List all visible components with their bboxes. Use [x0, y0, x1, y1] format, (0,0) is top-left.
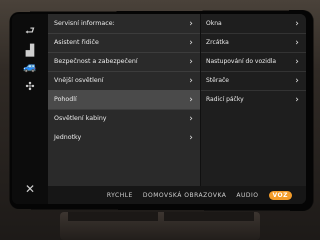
- air-vent: [164, 212, 254, 221]
- menu-item-servisni-informace[interactable]: Servisní informace: ›: [48, 14, 200, 34]
- submenu-item-sterace[interactable]: Stěrače ›: [201, 71, 306, 91]
- tab-domovska-obrazovka[interactable]: DOMOVSKÁ OBRAZOVKA: [143, 192, 227, 199]
- chevron-right-icon: ›: [189, 132, 193, 143]
- menu-item-label: Pohodlí: [54, 96, 77, 103]
- chevron-right-icon: ›: [295, 75, 299, 86]
- menu-item-vnejsi-osvetleni[interactable]: Vnější osvětlení ›: [48, 71, 200, 91]
- submenu-item-radici-packy[interactable]: Řadicí páčky ›: [201, 90, 306, 109]
- chevron-right-icon: ›: [189, 113, 193, 124]
- back-icon[interactable]: ⮐: [12, 22, 48, 41]
- chevron-right-icon: ›: [189, 37, 193, 48]
- seat-icon[interactable]: ▟: [12, 44, 48, 57]
- chevron-right-icon: ›: [295, 18, 299, 29]
- menu-item-label: Vnější osvětlení: [54, 77, 104, 84]
- submenu-item-label: Řadicí páčky: [206, 96, 244, 103]
- car-interior: ⮐ ▟ 🚙 ✣ ✕ Servisní informace: › Asistent…: [0, 0, 320, 240]
- chevron-right-icon: ›: [295, 56, 299, 67]
- tab-audio[interactable]: AUDIO: [236, 192, 258, 199]
- bottom-tab-bar: RYCHLE DOMOVSKÁ OBRAZOVKA AUDIO VOZ: [48, 186, 306, 204]
- submenu-item-label: Zrcátka: [206, 39, 229, 46]
- main-menu: Servisní informace: › Asistent řidiče › …: [48, 14, 200, 186]
- submenu-item-okna[interactable]: Okna ›: [201, 14, 306, 34]
- left-icon-bar: ⮐ ▟ 🚙 ✣ ✕: [12, 14, 48, 204]
- chevron-right-icon: ›: [295, 94, 299, 105]
- chevron-right-icon: ›: [189, 56, 193, 67]
- menu-item-label: Asistent řidiče: [54, 39, 99, 46]
- menu-item-label: Jednotky: [54, 134, 82, 141]
- chevron-right-icon: ›: [189, 94, 193, 105]
- chevron-right-icon: ›: [189, 75, 193, 86]
- menu-item-label: Servisní informace:: [54, 20, 115, 27]
- tab-rychle[interactable]: RYCHLE: [107, 192, 133, 199]
- chevron-right-icon: ›: [189, 18, 193, 29]
- menu-item-label: Osvětlení kabiny: [54, 115, 107, 122]
- submenu-item-zrcatka[interactable]: Zrcátka ›: [201, 33, 306, 53]
- submenu-item-label: Stěrače: [206, 77, 229, 84]
- submenu-item-nastupovani[interactable]: Nastupování do vozidla ›: [201, 52, 306, 72]
- air-vent: [68, 212, 158, 221]
- fan-icon[interactable]: ✣: [12, 80, 48, 93]
- chevron-right-icon: ›: [295, 37, 299, 48]
- vehicle-icon[interactable]: 🚙: [12, 60, 48, 73]
- center-console: [60, 212, 260, 240]
- close-icon[interactable]: ✕: [12, 182, 48, 196]
- menu-item-jednotky[interactable]: Jednotky ›: [48, 128, 200, 147]
- infotainment-screen: ⮐ ▟ 🚙 ✣ ✕ Servisní informace: › Asistent…: [12, 14, 306, 204]
- submenu: Okna › Zrcátka › Nastupování do vozidla …: [201, 14, 306, 186]
- submenu-item-label: Nastupování do vozidla: [206, 58, 277, 65]
- submenu-item-label: Okna: [206, 20, 222, 27]
- menu-item-bezpecnost[interactable]: Bezpečnost a zabezpečení ›: [48, 52, 200, 72]
- menu-item-osvetleni-kabiny[interactable]: Osvětlení kabiny ›: [48, 109, 200, 128]
- menu-item-pohodli[interactable]: Pohodlí ›: [48, 90, 200, 110]
- menu-item-asistent-ridice[interactable]: Asistent řidiče ›: [48, 33, 200, 53]
- tab-voz[interactable]: VOZ: [268, 190, 292, 200]
- menu-item-label: Bezpečnost a zabezpečení: [54, 58, 138, 65]
